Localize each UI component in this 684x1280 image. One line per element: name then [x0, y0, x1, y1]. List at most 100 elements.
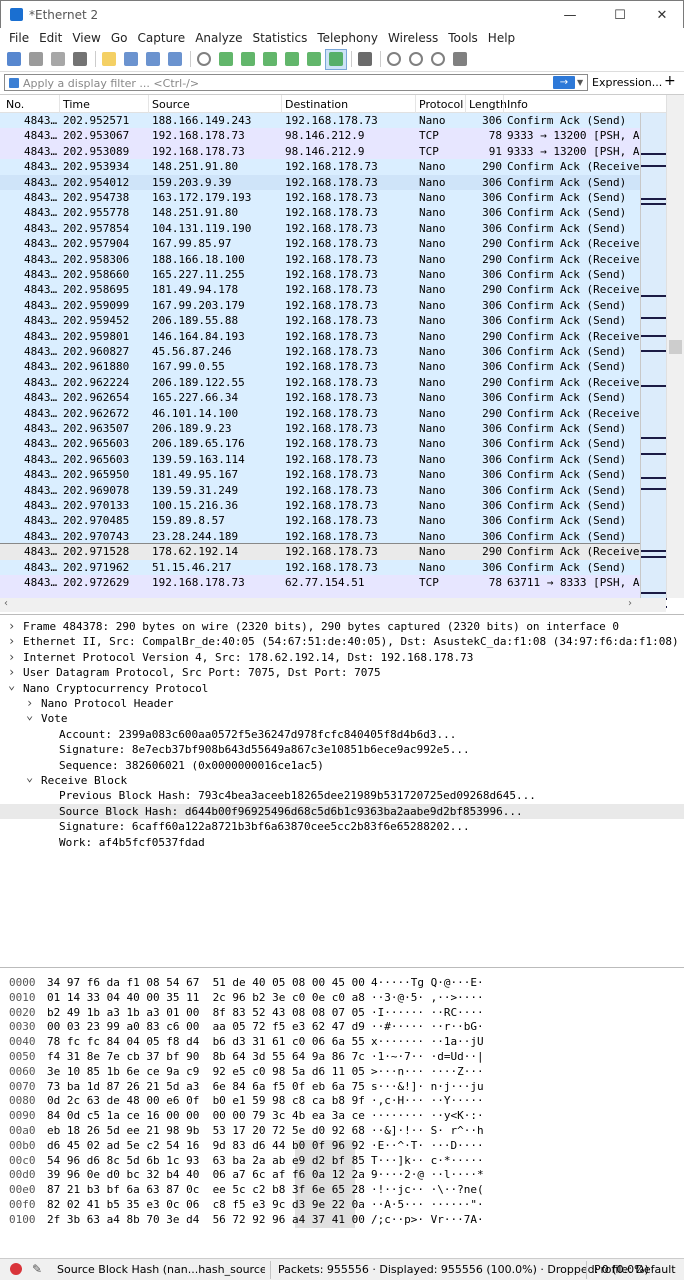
column-divider[interactable] — [59, 95, 60, 113]
bytes-row[interactable]: 00e0 87 21 b3 bf 6a 63 87 0c ee 5c c2 b8 … — [0, 1183, 684, 1198]
bytes-row[interactable]: 0090 84 0d c5 1a ce 16 00 00 00 00 79 3c … — [0, 1109, 684, 1124]
menu-go[interactable]: Go — [106, 28, 133, 48]
packet-row[interactable]: 4843… 202.958695 181.49.94.178 192.168.178.… — [0, 282, 640, 298]
hex-bytes[interactable]: 82 02 41 b5 35 e3 0c 06 c8 f5 e3 9c d3 9… — [47, 1198, 365, 1213]
bytes-row[interactable]: 0070 73 ba 1d 87 26 21 5d a3 6e 84 6a f5 … — [0, 1080, 684, 1095]
ascii-bytes[interactable]: ········ ··y<K·:· — [371, 1109, 484, 1124]
packet-row[interactable]: 4843… 202.969078 139.59.31.249 192.168.178.… — [0, 482, 640, 498]
save-file-icon[interactable] — [121, 50, 141, 69]
menu-edit[interactable]: Edit — [34, 28, 67, 48]
detail-tree-item[interactable]: › Internet Protocol Version 4, Src: 178.6… — [0, 650, 684, 665]
menu-capture[interactable]: Capture — [132, 28, 190, 48]
add-filter-button[interactable]: + — [664, 73, 676, 89]
packet-list-vertical-scrollbar[interactable] — [666, 95, 684, 598]
find-icon[interactable] — [194, 50, 214, 69]
packet-row[interactable]: 4843… 202.959452 206.189.55.88 192.168.178.… — [0, 313, 640, 329]
detail-tree-item[interactable]: ⌄ Vote — [0, 708, 684, 726]
ascii-bytes[interactable]: ··3·@·5· ,··>···· — [371, 991, 484, 1006]
autoscroll-icon[interactable] — [325, 48, 347, 70]
packet-row[interactable]: 4843… 202.970133 100.15.216.36 192.168.178.… — [0, 498, 640, 514]
ascii-bytes[interactable]: x······· ··1a··jU — [371, 1035, 484, 1050]
column-header-length[interactable]: Length — [469, 98, 507, 111]
detail-tree-item[interactable]: › Ethernet II, Src: CompalBr_de:40:05 (54… — [0, 634, 684, 649]
hex-bytes[interactable]: 01 14 33 04 40 00 35 11 2c 96 b2 3e c0 0… — [47, 991, 365, 1006]
column-header-no[interactable]: No. — [6, 98, 24, 111]
packet-row[interactable]: 4843… 202.957904 167.99.85.97 192.168.178.7… — [0, 236, 640, 252]
hex-bytes[interactable]: 34 97 f6 da f1 08 54 67 51 de 40 05 08 0… — [47, 976, 365, 991]
packet-row[interactable]: 4843… 202.954012 159.203.9.39 192.168.178.7… — [0, 174, 640, 190]
bytes-row[interactable]: 0050 f4 31 8e 7e cb 37 bf 90 8b 64 3d 55 … — [0, 1050, 684, 1065]
detail-tree-item[interactable]: Account: 2399a083c600aa0572f5e36247d978f… — [0, 727, 684, 742]
first-packet-icon[interactable] — [282, 50, 302, 69]
zoom-in-icon[interactable] — [384, 50, 404, 69]
column-divider[interactable] — [465, 95, 466, 113]
bookmark-icon[interactable] — [9, 78, 19, 88]
detail-tree-item[interactable]: › Nano Protocol Header — [0, 696, 684, 711]
apply-filter-button[interactable]: → — [553, 76, 575, 89]
ascii-bytes[interactable]: >···n··· ····Z··· — [371, 1065, 484, 1080]
menu-telephony[interactable]: Telephony — [312, 28, 383, 48]
bytes-row[interactable]: 00d0 39 96 0e d0 bc 32 b4 40 06 a7 6c af … — [0, 1168, 684, 1183]
detail-tree-item[interactable]: › Frame 484378: 290 bytes on wire (2320 b… — [0, 619, 684, 634]
menu-wireless[interactable]: Wireless — [383, 28, 443, 48]
restart-icon[interactable] — [48, 50, 68, 69]
options-gear-icon[interactable] — [70, 50, 90, 69]
menu-file[interactable]: File — [4, 28, 34, 48]
expanded-arrow-icon[interactable]: ⌄ — [8, 678, 15, 693]
ascii-bytes[interactable]: 4·····Tg Q·@···E· — [371, 976, 484, 991]
capture-comment-icon[interactable]: ✎ — [32, 1262, 42, 1276]
scrollbar-thumb[interactable] — [669, 340, 682, 354]
expression-button[interactable]: Expression... — [592, 76, 662, 89]
open-folder-icon[interactable] — [99, 50, 119, 69]
packet-row[interactable]: 4843… 202.953067 192.168.178.73 98.146.212.… — [0, 128, 640, 144]
packet-row-partial[interactable] — [0, 590, 640, 598]
column-header-protocol[interactable]: Protocol — [419, 98, 463, 111]
packet-row[interactable]: 4843… 202.965950 181.49.95.167 192.168.178.… — [0, 467, 640, 483]
hex-bytes[interactable]: 78 fc fc 84 04 05 f8 d4 b6 d3 31 61 c0 0… — [47, 1035, 365, 1050]
column-divider[interactable] — [415, 95, 416, 113]
ascii-bytes[interactable]: ··#····· ··r··bG· — [371, 1020, 484, 1035]
collapsed-arrow-icon[interactable]: › — [8, 619, 15, 634]
bytes-row[interactable]: 0100 2f 3b 63 a4 8b 70 3e d4 56 72 92 96 … — [0, 1213, 684, 1228]
detail-tree-item[interactable]: ⌄ Nano Cryptocurrency Protocol — [0, 678, 684, 696]
packet-row[interactable]: 4843… 202.962654 165.227.66.34 192.168.178.… — [0, 390, 640, 406]
packet-row[interactable]: 4843… 202.962672 46.101.14.100 192.168.178.… — [0, 405, 640, 421]
ascii-bytes[interactable]: /;c··p>· Vr···7A· — [371, 1213, 484, 1228]
column-header-time[interactable]: Time — [63, 98, 90, 111]
packet-row[interactable]: 4843… 202.953089 192.168.178.73 98.146.212.… — [0, 143, 640, 160]
ascii-bytes[interactable]: s···&!]· n·j···ju — [371, 1080, 484, 1095]
reload-icon[interactable] — [165, 50, 185, 69]
hex-bytes[interactable]: 73 ba 1d 87 26 21 5d a3 6e 84 6a f5 0f e… — [47, 1080, 365, 1095]
hex-bytes[interactable]: 84 0d c5 1a ce 16 00 00 00 00 79 3c 4b e… — [47, 1109, 365, 1124]
packet-row[interactable]: 4843… 202.972629 192.168.178.73 62.77.154.5… — [0, 575, 640, 591]
packet-row[interactable]: 4843… 202.955778 148.251.91.80 192.168.178.… — [0, 205, 640, 221]
packet-row[interactable]: 4843… 202.971528 178.62.192.14 192.168.178.… — [0, 543, 640, 561]
packet-row[interactable]: 4843… 202.962224 206.189.122.55 192.168.178… — [0, 374, 640, 391]
close-button[interactable]: ✕ — [639, 1, 684, 29]
packet-row[interactable]: 4843… 202.958306 188.166.18.100 192.168.178… — [0, 251, 640, 267]
detail-tree-item[interactable]: › User Datagram Protocol, Src Port: 7075,… — [0, 665, 684, 680]
hex-bytes[interactable]: d6 45 02 ad 5e c2 54 16 9d 83 d6 44 b0 0… — [47, 1139, 365, 1154]
close-file-icon[interactable] — [143, 50, 163, 69]
bytes-row[interactable]: 00c0 54 96 d6 8c 5d 6b 1c 93 63 ba 2a ab … — [0, 1154, 684, 1169]
packet-row[interactable]: 4843… 202.954738 163.172.179.193 192.168.17… — [0, 190, 640, 206]
colorize-icon[interactable] — [355, 50, 375, 69]
back-arrow-icon[interactable] — [216, 50, 236, 69]
stop-icon[interactable] — [26, 50, 46, 69]
detail-tree-item[interactable]: Source Block Hash: d644b00f96925496d68c5… — [0, 803, 684, 820]
column-header-info[interactable]: Info — [507, 98, 528, 111]
column-header-source[interactable]: Source — [152, 98, 190, 111]
maximize-button[interactable]: ☐ — [597, 1, 643, 29]
hex-bytes[interactable]: 39 96 0e d0 bc 32 b4 40 06 a7 6c af f6 0… — [47, 1168, 365, 1183]
detail-tree-item[interactable]: Signature: 8e7ecb37bf908b643d55649a867c3… — [0, 742, 684, 757]
resize-columns-icon[interactable] — [450, 50, 470, 69]
detail-tree-item[interactable]: Sequence: 382606021 (0x0000000016ce1ac5) — [0, 758, 684, 773]
menu-view[interactable]: View — [67, 28, 105, 48]
go-to-packet-icon[interactable] — [260, 50, 280, 69]
menu-analyze[interactable]: Analyze — [190, 28, 247, 48]
menu-tools[interactable]: Tools — [443, 28, 483, 48]
hex-bytes[interactable]: 0d 2c 63 de 48 00 e6 0f b0 e1 59 98 c8 c… — [47, 1094, 365, 1109]
packet-row[interactable]: 4843… 202.958660 165.227.11.255 192.168.178… — [0, 267, 640, 283]
detail-tree-item[interactable]: Previous Block Hash: 793c4bea3aceeb18265… — [0, 788, 684, 803]
ascii-bytes[interactable]: ··&]·!·· S· r^··h — [371, 1124, 484, 1139]
